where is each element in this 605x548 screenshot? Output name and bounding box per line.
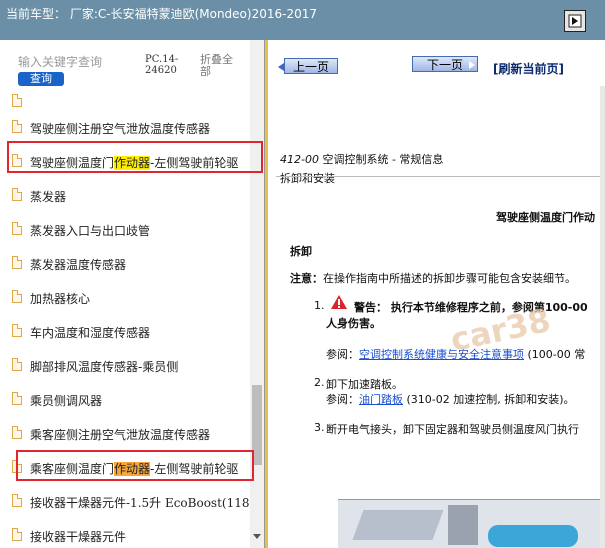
tree-item-label: 脚部排风温度传感器-乘员侧 bbox=[30, 360, 179, 374]
tree-item[interactable]: 车内温度和湿度传感器 bbox=[0, 320, 250, 344]
document-icon bbox=[12, 120, 22, 133]
tree-item[interactable]: 接收器干燥器元件 bbox=[0, 524, 250, 548]
annotation-box bbox=[16, 450, 254, 481]
scroll-down-icon[interactable] bbox=[253, 534, 261, 539]
document-icon bbox=[12, 222, 22, 235]
tree-item-label: 蒸发器 bbox=[30, 190, 67, 204]
document-icon bbox=[12, 426, 22, 439]
tree-item[interactable]: 乘员侧调风器 bbox=[0, 388, 250, 412]
arrow-left-icon bbox=[278, 63, 284, 71]
collapse-all-button[interactable]: 折叠全部 bbox=[200, 54, 242, 78]
procedure-illustration bbox=[338, 499, 605, 548]
refresh-page-link[interactable]: [刷新当前页] bbox=[493, 60, 564, 77]
document-icon bbox=[12, 290, 22, 303]
search-area: 查询 PC.14-24620 折叠全部 bbox=[0, 40, 250, 96]
tree-item-label: 接收器干燥器元件 bbox=[30, 530, 127, 544]
prev-page-button[interactable]: 上一页 bbox=[278, 58, 338, 74]
title-bar: 当前车型： 厂家:C-长安福特蒙迪欧(Mondeo)2016-2017 bbox=[0, 0, 605, 40]
current-vehicle-title: 当前车型： 厂家:C-长安福特蒙迪欧(Mondeo)2016-2017 bbox=[6, 7, 317, 21]
document-content: 412-00 空调控制系统 - 常规信息 拆卸和安装 驾驶座侧温度门作动 拆卸 … bbox=[268, 86, 605, 548]
reference-link[interactable]: 油门踏板 bbox=[359, 393, 403, 406]
next-page-button[interactable]: 下一页 bbox=[412, 56, 478, 72]
document-icon bbox=[12, 94, 22, 107]
tree-item[interactable]: 蒸发器入口与出口歧管 bbox=[0, 218, 250, 242]
reference-link[interactable]: 空调控制系统健康与安全注意事项 bbox=[359, 348, 524, 361]
arrow-right-icon bbox=[469, 61, 475, 69]
document-icon bbox=[12, 528, 22, 541]
tree-item-label: 蒸发器温度传感器 bbox=[30, 258, 127, 272]
step-text: 卸下加速踏板。 bbox=[326, 378, 403, 391]
document-icon bbox=[12, 188, 22, 201]
document-icon bbox=[12, 358, 22, 371]
tree-item[interactable]: 加热器核心 bbox=[0, 286, 250, 310]
exit-button[interactable] bbox=[564, 10, 586, 32]
tree-item[interactable]: 蒸发器温度传感器 bbox=[0, 252, 250, 276]
step-text: 断开电气接头，卸下固定器和驾驶员侧温度风门执行 bbox=[326, 423, 579, 436]
document-icon bbox=[12, 324, 22, 337]
search-button[interactable]: 查询 bbox=[18, 72, 64, 86]
tree-item-label: 车内温度和湿度传感器 bbox=[30, 326, 151, 340]
search-input[interactable] bbox=[18, 53, 108, 71]
tree-item[interactable] bbox=[0, 90, 250, 114]
section-header: 412-00 空调控制系统 - 常规信息 bbox=[280, 153, 444, 166]
tree-item-label: 乘员侧调风器 bbox=[30, 394, 103, 408]
exit-icon bbox=[568, 14, 582, 28]
tree-item[interactable]: 驾驶座侧注册空气泄放温度传感器 bbox=[0, 116, 250, 140]
page-nav-bar: 上一页 下一页 [刷新当前页] bbox=[268, 40, 605, 86]
step-number: 1. bbox=[314, 299, 325, 312]
tree-item-label: 接收器干燥器元件-1.5升 EcoBoost(118 bbox=[30, 496, 250, 510]
tree-item-label: 乘客座侧注册空气泄放温度传感器 bbox=[30, 428, 211, 442]
tree-item[interactable]: 蒸发器 bbox=[0, 184, 250, 208]
document-icon bbox=[12, 256, 22, 269]
document-code: PC.14-24620 bbox=[145, 54, 179, 76]
warning-line: 警告： 执行本节维修程序之前，参阅第100-00 bbox=[354, 301, 588, 314]
warning-icon bbox=[331, 295, 347, 309]
removal-label: 拆卸 bbox=[290, 245, 312, 258]
tree-item-label: 加热器核心 bbox=[30, 292, 91, 306]
tree-item[interactable]: 接收器干燥器元件-1.5升 EcoBoost(118 bbox=[0, 490, 250, 514]
step-number: 3. bbox=[314, 421, 325, 434]
right-scrollbar[interactable] bbox=[600, 86, 605, 548]
header-divider bbox=[276, 176, 605, 177]
step-number: 2. bbox=[314, 376, 325, 389]
document-viewer: 上一页 下一页 [刷新当前页] 412-00 空调控制系统 - 常规信息 拆卸和… bbox=[268, 40, 605, 548]
note-line: 注意：在操作指南中所描述的拆卸步骤可能包含安装细节。 bbox=[290, 272, 576, 285]
tree-item[interactable]: 脚部排风温度传感器-乘员侧 bbox=[0, 354, 250, 378]
tree-item-label: 驾驶座侧注册空气泄放温度传感器 bbox=[30, 122, 211, 136]
tree-item-label: 蒸发器入口与出口歧管 bbox=[30, 224, 151, 238]
section-subtitle: 拆卸和安装 bbox=[280, 172, 335, 185]
reference-line: 参阅：油门踏板 (310-02 加速控制, 拆卸和安装)。 bbox=[326, 393, 575, 406]
warning-line-2: 人身伤害。 bbox=[326, 317, 381, 330]
procedure-heading: 驾驶座侧温度门作动 bbox=[496, 211, 595, 224]
document-icon bbox=[12, 494, 22, 507]
annotation-box bbox=[7, 141, 263, 173]
document-icon bbox=[12, 392, 22, 405]
tree-item[interactable]: 乘客座侧注册空气泄放温度传感器 bbox=[0, 422, 250, 446]
